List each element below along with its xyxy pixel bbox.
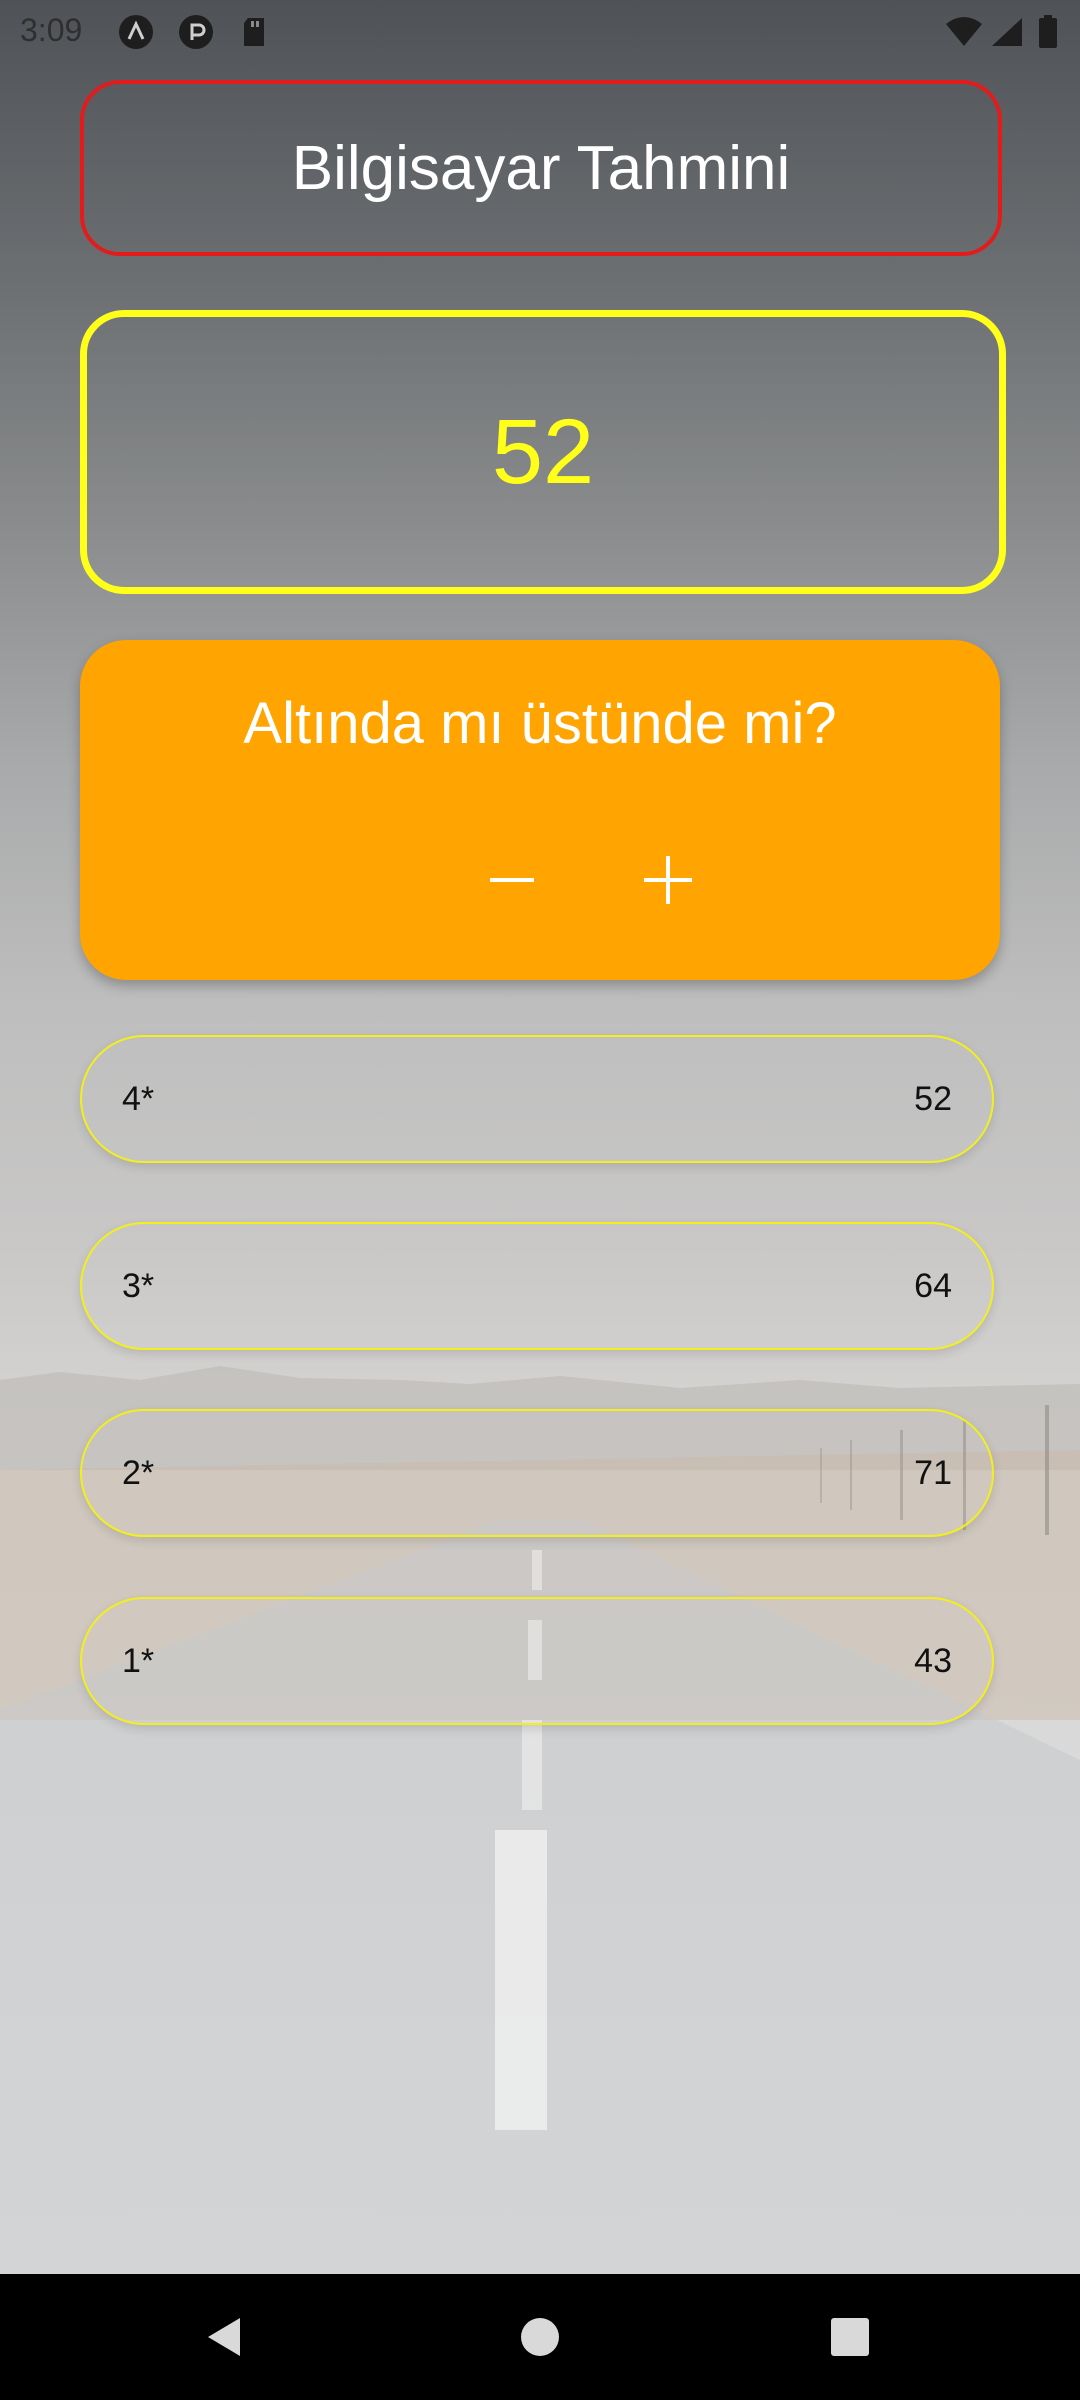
p-icon (178, 14, 214, 50)
app-screen: 3:09 Bilgisayar Tahmini 52 Altında mı üs… (0, 0, 1080, 2400)
page-title: Bilgisayar Tahmini (291, 133, 791, 203)
guess-display: 52 (80, 310, 1006, 594)
nav-home-button[interactable] (505, 2302, 575, 2372)
navigation-bar (0, 2274, 1080, 2400)
nav-back-button[interactable] (190, 2302, 260, 2372)
history-item-label: 1* (122, 1641, 155, 1680)
higher-button[interactable] (618, 830, 718, 930)
minus-icon (490, 878, 534, 882)
title-box: Bilgisayar Tahmini (80, 80, 1002, 256)
question-text: Altında mı üstünde mi? (243, 691, 837, 756)
history-item: 1* 43 (80, 1597, 994, 1725)
signal-icon (988, 14, 1024, 50)
back-triangle-icon (208, 2318, 240, 2356)
sd-card-icon (238, 14, 274, 50)
history-item-label: 2* (122, 1453, 155, 1492)
history-item: 4* 52 (80, 1035, 994, 1163)
status-bar: 3:09 (0, 0, 1080, 64)
lower-button[interactable] (462, 830, 562, 930)
history-item: 2* 71 (80, 1409, 994, 1537)
plus-icon (644, 856, 692, 904)
nav-recents-button[interactable] (815, 2302, 885, 2372)
history-item-value: 64 (914, 1266, 952, 1305)
a-icon (118, 14, 154, 50)
history-item: 3* 64 (80, 1222, 994, 1350)
wifi-icon (944, 14, 984, 50)
history-item-label: 3* (122, 1266, 155, 1305)
status-time: 3:09 (20, 12, 83, 48)
question-card: Altında mı üstünde mi? (80, 640, 1000, 980)
history-item-value: 43 (914, 1641, 952, 1680)
history-item-label: 4* (122, 1079, 155, 1118)
history-item-value: 71 (914, 1453, 952, 1492)
recents-square-icon (831, 2318, 869, 2356)
guess-number: 52 (491, 400, 595, 503)
battery-icon (1036, 14, 1060, 50)
home-circle-icon (521, 2318, 559, 2356)
history-item-value: 52 (914, 1079, 952, 1118)
